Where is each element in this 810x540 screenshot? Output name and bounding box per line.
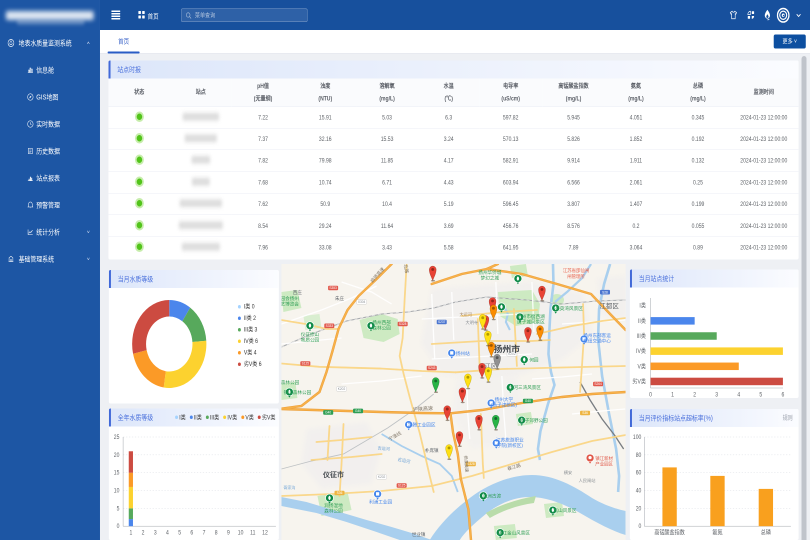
svg-text:人民闸站: 人民闸站 [579, 477, 596, 484]
svg-text:产业园区: 产业园区 [595, 460, 613, 467]
svg-text:氨氮: 氨氮 [712, 528, 723, 537]
svg-text:园艺博览会: 园艺博览会 [281, 300, 299, 307]
svg-text:S125: S125 [302, 362, 310, 366]
svg-text:G40: G40 [525, 399, 531, 403]
svg-text:7: 7 [203, 530, 206, 536]
svg-text:G40: G40 [355, 409, 361, 413]
svg-text:0: 0 [649, 392, 652, 398]
svg-text:仪征市: 仪征市 [322, 470, 344, 479]
svg-text:K202: K202 [338, 387, 346, 391]
svg-text:捺山森林公园: 捺山森林公园 [281, 379, 299, 386]
svg-text:瓜洲古渡: 瓜洲古渡 [483, 493, 502, 500]
svg-text:横安: 横安 [564, 469, 572, 476]
svg-text:高锰酸盐指数: 高锰酸盐指数 [654, 528, 685, 537]
svg-text:1: 1 [129, 530, 132, 536]
svg-text:西庄: 西庄 [293, 289, 303, 296]
svg-text:华腾工业园区: 华腾工业园区 [408, 422, 436, 429]
svg-text:5: 5 [759, 392, 762, 398]
svg-text:S36: S36 [582, 411, 588, 415]
svg-text:100: 100 [633, 435, 641, 441]
svg-text:学院(新校区): 学院(新校区) [497, 442, 524, 449]
svg-text:铜山森林公园: 铜山森林公园 [284, 389, 312, 396]
svg-text:3: 3 [154, 530, 157, 536]
svg-text:S333: S333 [326, 324, 334, 328]
svg-text:X304: X304 [358, 300, 366, 304]
svg-text:S237: S237 [438, 320, 446, 324]
svg-text:S28: S28 [602, 290, 608, 294]
svg-text:6: 6 [782, 392, 785, 398]
svg-text:20: 20 [636, 506, 642, 512]
svg-text:镇江金山风景区: 镇江金山风景区 [498, 530, 531, 537]
svg-text:枢纽交通中心: 枢纽交通中心 [583, 337, 611, 344]
svg-text:11: 11 [250, 530, 255, 536]
svg-text:S125: S125 [398, 484, 406, 488]
svg-text:S36: S36 [337, 491, 343, 495]
svg-text:扬州市: 扬州市 [494, 343, 520, 354]
svg-text:80: 80 [636, 453, 642, 459]
svg-text:世业镇: 世业镇 [412, 531, 426, 538]
svg-text:10: 10 [114, 488, 120, 494]
svg-text:沪陕高速: 沪陕高速 [413, 405, 433, 413]
svg-text:茱萸湾风景区: 茱萸湾风景区 [555, 305, 583, 312]
svg-text:森林公园: 森林公园 [324, 507, 343, 514]
svg-text:S243: S243 [428, 366, 436, 370]
svg-text:0: 0 [117, 524, 120, 530]
svg-text:IV类: IV类 [636, 347, 646, 356]
svg-text:15: 15 [114, 470, 120, 476]
svg-text:利浦工业园: 利浦工业园 [369, 499, 392, 506]
svg-text:朱庄: 朱庄 [335, 295, 345, 302]
svg-text:4: 4 [737, 392, 740, 398]
svg-text:总磷: 总磷 [761, 528, 772, 537]
svg-text:扬州站: 扬州站 [456, 350, 470, 357]
svg-text:梦幻之城: 梦幻之城 [481, 274, 500, 281]
svg-text:III类: III类 [637, 332, 647, 341]
svg-text:5: 5 [178, 530, 181, 536]
svg-text:大运河: 大运河 [459, 311, 472, 318]
svg-text:S264: S264 [594, 382, 602, 386]
svg-text:扬子郊野公园: 扬子郊野公园 [520, 417, 548, 424]
svg-text:V类: V类 [637, 362, 646, 371]
svg-text:5: 5 [117, 506, 120, 512]
svg-text:唐子城风景区: 唐子城风景区 [517, 318, 545, 325]
svg-text:K202: K202 [378, 475, 386, 479]
svg-text:2: 2 [142, 530, 145, 536]
svg-text:G40: G40 [325, 411, 331, 415]
svg-text:2: 2 [693, 392, 696, 398]
svg-text:9: 9 [227, 530, 230, 536]
svg-text:3: 3 [715, 392, 718, 398]
svg-text:胥家沟: 胥家沟 [283, 484, 295, 490]
svg-text:4: 4 [166, 530, 169, 536]
svg-text:大明寺: 大明寺 [466, 319, 479, 326]
svg-text:40: 40 [636, 488, 642, 494]
svg-text:江都区: 江都区 [599, 302, 619, 310]
svg-text:I类: I类 [639, 301, 646, 310]
svg-text:1: 1 [671, 392, 674, 398]
svg-text:60: 60 [636, 470, 642, 476]
svg-text:S328: S328 [399, 322, 407, 326]
svg-text:12: 12 [262, 530, 268, 536]
svg-text:10: 10 [238, 530, 244, 536]
svg-text:8: 8 [215, 530, 218, 536]
svg-text:何园: 何园 [529, 357, 539, 364]
svg-text:朴席镇: 朴席镇 [425, 447, 439, 454]
svg-text:运河三湾风景区: 运河三湾风景区 [509, 384, 542, 391]
svg-text:20: 20 [114, 453, 120, 459]
svg-text:森林公园: 森林公园 [372, 324, 391, 331]
svg-text:(扬子津校区): (扬子津校区) [491, 401, 518, 408]
svg-text:地质公园: 地质公园 [301, 336, 320, 343]
svg-text:闸管理所: 闸管理所 [567, 273, 585, 280]
svg-text:焦山风景区: 焦山风景区 [554, 507, 577, 514]
svg-text:S353: S353 [329, 286, 337, 290]
svg-text:25: 25 [114, 435, 120, 441]
svg-text:江苏省邵仙闸: 江苏省邵仙闸 [563, 267, 589, 274]
svg-text:II类: II类 [638, 316, 646, 325]
svg-text:6: 6 [190, 530, 193, 536]
svg-text:0: 0 [639, 524, 642, 530]
svg-text:劣V类: 劣V类 [632, 377, 646, 386]
